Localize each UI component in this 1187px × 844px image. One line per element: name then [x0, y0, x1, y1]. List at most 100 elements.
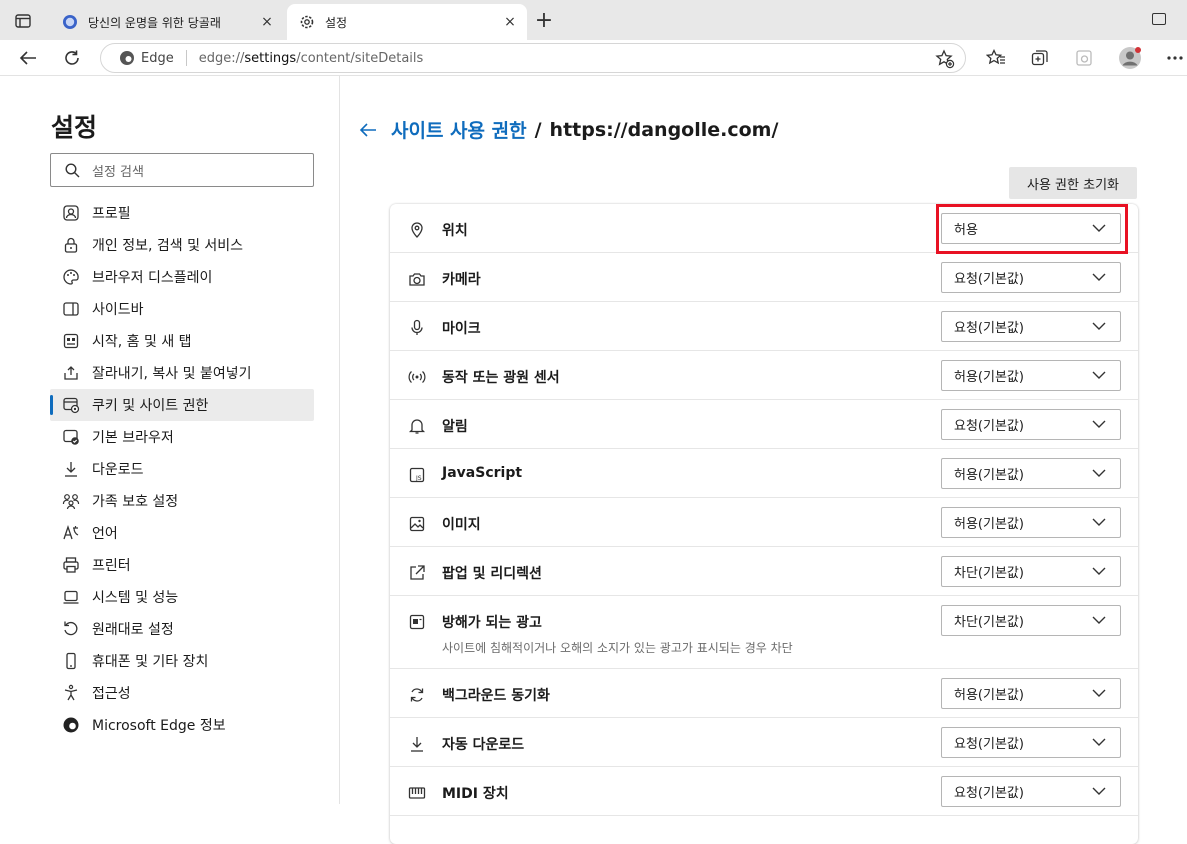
favorites-button[interactable]	[984, 47, 1008, 69]
sidebar-item[interactable]: 프로필	[50, 197, 314, 229]
permission-dropdown[interactable]: 요청(기본값)	[941, 776, 1121, 807]
sidebar-item[interactable]: 휴대폰 및 기타 장치	[50, 645, 314, 677]
permission-dropdown[interactable]: 허용(기본값)	[941, 360, 1121, 391]
add-favorite-button[interactable]	[935, 49, 955, 69]
sidebar-item[interactable]: 원래대로 설정	[50, 613, 314, 645]
sidebar-item-label: 사이드바	[92, 302, 144, 318]
sidebar-item[interactable]: 시작, 홈 및 새 탭	[50, 325, 314, 357]
permission-dropdown[interactable]: 요청(기본값)	[941, 409, 1121, 440]
sidebar-item-icon	[62, 364, 80, 382]
tab-actions-button[interactable]	[10, 10, 36, 32]
settings-search-input[interactable]: 설정 검색	[50, 153, 314, 187]
permission-label: 자동 다운로드	[442, 737, 525, 753]
midi-icon	[408, 787, 426, 799]
sidebar-item-icon	[62, 620, 80, 638]
collections-button[interactable]	[1028, 47, 1052, 69]
sidebar-item[interactable]: 브라우저 디스플레이	[50, 261, 314, 293]
sidebar-item[interactable]: 사이드바	[50, 293, 314, 325]
settings-title: 설정	[51, 113, 98, 142]
permission-dropdown[interactable]: 요청(기본값)	[941, 311, 1121, 342]
sidebar-item-icon	[62, 716, 80, 734]
sidebar-item[interactable]: 가족 보호 설정	[50, 485, 314, 517]
sidebar-item[interactable]: 다운로드	[50, 453, 314, 485]
share-icon	[64, 366, 78, 380]
palette-icon	[63, 269, 79, 285]
chevron-down-icon	[1092, 616, 1106, 624]
sidebar-item-label: 개인 정보, 검색 및 서비스	[92, 238, 244, 254]
ads-icon	[409, 614, 425, 630]
ellipsis-icon	[1167, 56, 1183, 60]
restore-window-button[interactable]	[1152, 13, 1166, 25]
sidebar-item[interactable]: Microsoft Edge 정보	[50, 709, 314, 741]
popup-icon	[410, 565, 425, 580]
settings-nav: 프로필개인 정보, 검색 및 서비스브라우저 디스플레이사이드바시작, 홈 및 …	[50, 197, 314, 741]
permission-dropdown[interactable]: 차단(기본값)	[941, 556, 1121, 587]
plus-icon: +	[534, 8, 554, 33]
sidebar-item[interactable]: 쿠키 및 사이트 권한	[50, 389, 314, 421]
permission-row: 알림 요청(기본값)	[390, 400, 1138, 449]
reset-permissions-button[interactable]: 사용 권한 초기화	[1009, 167, 1137, 199]
permission-label: 백그라운드 동기화	[442, 688, 550, 704]
permission-dropdown[interactable]: 허용(기본값)	[941, 678, 1121, 709]
sidebar-item-label: Microsoft Edge 정보	[92, 718, 226, 734]
back-button[interactable]	[16, 47, 40, 69]
permission-dropdown[interactable]: 허용	[941, 213, 1121, 244]
sidebar-item-icon	[62, 428, 80, 446]
chevron-down-icon	[1092, 469, 1106, 477]
permission-row: 방해가 되는 광고 사이트에 침해적이거나 오해의 소지가 있는 광고가 표시되는…	[390, 596, 1138, 669]
sidebar-item-icon	[62, 396, 80, 414]
permission-dropdown[interactable]: 허용(기본값)	[941, 458, 1121, 489]
close-tab-button[interactable]: ×	[501, 13, 519, 31]
sidebar-item-icon	[62, 268, 80, 286]
chevron-down-icon	[1092, 518, 1106, 526]
sidebar-item[interactable]: 언어	[50, 517, 314, 549]
edge-logo-icon	[120, 51, 134, 65]
permission-value: 허용(기본값)	[954, 468, 1024, 483]
more-options-button[interactable]	[1163, 47, 1187, 69]
sidebar-item[interactable]: 기본 브라우저	[50, 421, 314, 453]
sidebar-item-icon	[62, 204, 80, 222]
chevron-down-icon	[1092, 567, 1106, 575]
permission-row: 이미지 허용(기본값)	[390, 498, 1138, 547]
microphone-icon	[411, 319, 423, 335]
system-icon	[63, 590, 79, 604]
sidebar-item-icon	[62, 492, 80, 510]
permission-dropdown[interactable]: 요청(기본값)	[941, 727, 1121, 758]
permission-dropdown[interactable]: 허용(기본값)	[941, 507, 1121, 538]
close-tab-button[interactable]: ×	[258, 13, 276, 31]
start-home-icon	[63, 333, 79, 349]
sidebar-item-label: 가족 보호 설정	[92, 494, 179, 510]
ie-mode-button[interactable]	[1072, 47, 1096, 69]
site-permissions-link[interactable]: 사이트 사용 권한	[391, 116, 527, 143]
sidebar-item[interactable]: 잘라내기, 복사 및 붙여넣기	[50, 357, 314, 389]
sidebar-item[interactable]: 개인 정보, 검색 및 서비스	[50, 229, 314, 261]
permission-row: 마이크 요청(기본값)	[390, 302, 1138, 351]
chevron-down-icon	[1092, 322, 1106, 330]
site-permissions-icon	[63, 397, 80, 414]
refresh-button[interactable]	[60, 47, 84, 69]
sidebar-item[interactable]: 프린터	[50, 549, 314, 581]
sidebar-item-icon	[62, 524, 80, 542]
tab-settings[interactable]: 설정 ×	[287, 4, 527, 40]
tab-dangolle[interactable]: 당신의 운명을 위한 당골래 ×	[50, 4, 284, 40]
back-to-permissions-button[interactable]	[359, 122, 377, 138]
phone-icon	[66, 652, 76, 670]
new-tab-button[interactable]: +	[534, 10, 554, 32]
permission-value: 허용(기본값)	[954, 688, 1024, 703]
arrow-left-icon	[19, 51, 36, 65]
sidebar-item[interactable]: 시스템 및 성능	[50, 581, 314, 613]
sidebar-item[interactable]: 접근성	[50, 677, 314, 709]
browser-toolbar: Edge edge://settings/content/siteDetails	[0, 40, 1187, 76]
permission-dropdown[interactable]: 요청(기본값)	[941, 262, 1121, 293]
permission-value: 요청(기본값)	[954, 321, 1024, 336]
url-text: edge://settings/content/siteDetails	[199, 51, 424, 66]
search-placeholder: 설정 검색	[92, 164, 144, 180]
svg-text:JS: JS	[415, 475, 422, 482]
globe-icon	[63, 15, 77, 29]
address-bar[interactable]: Edge edge://settings/content/siteDetails	[100, 43, 966, 73]
sidebar-item-icon	[62, 556, 80, 574]
site-url: https://dangolle.com/	[549, 118, 779, 141]
permission-dropdown[interactable]: 차단(기본값)	[941, 605, 1121, 636]
chevron-down-icon	[1092, 738, 1106, 746]
profile-button[interactable]	[1118, 47, 1142, 69]
